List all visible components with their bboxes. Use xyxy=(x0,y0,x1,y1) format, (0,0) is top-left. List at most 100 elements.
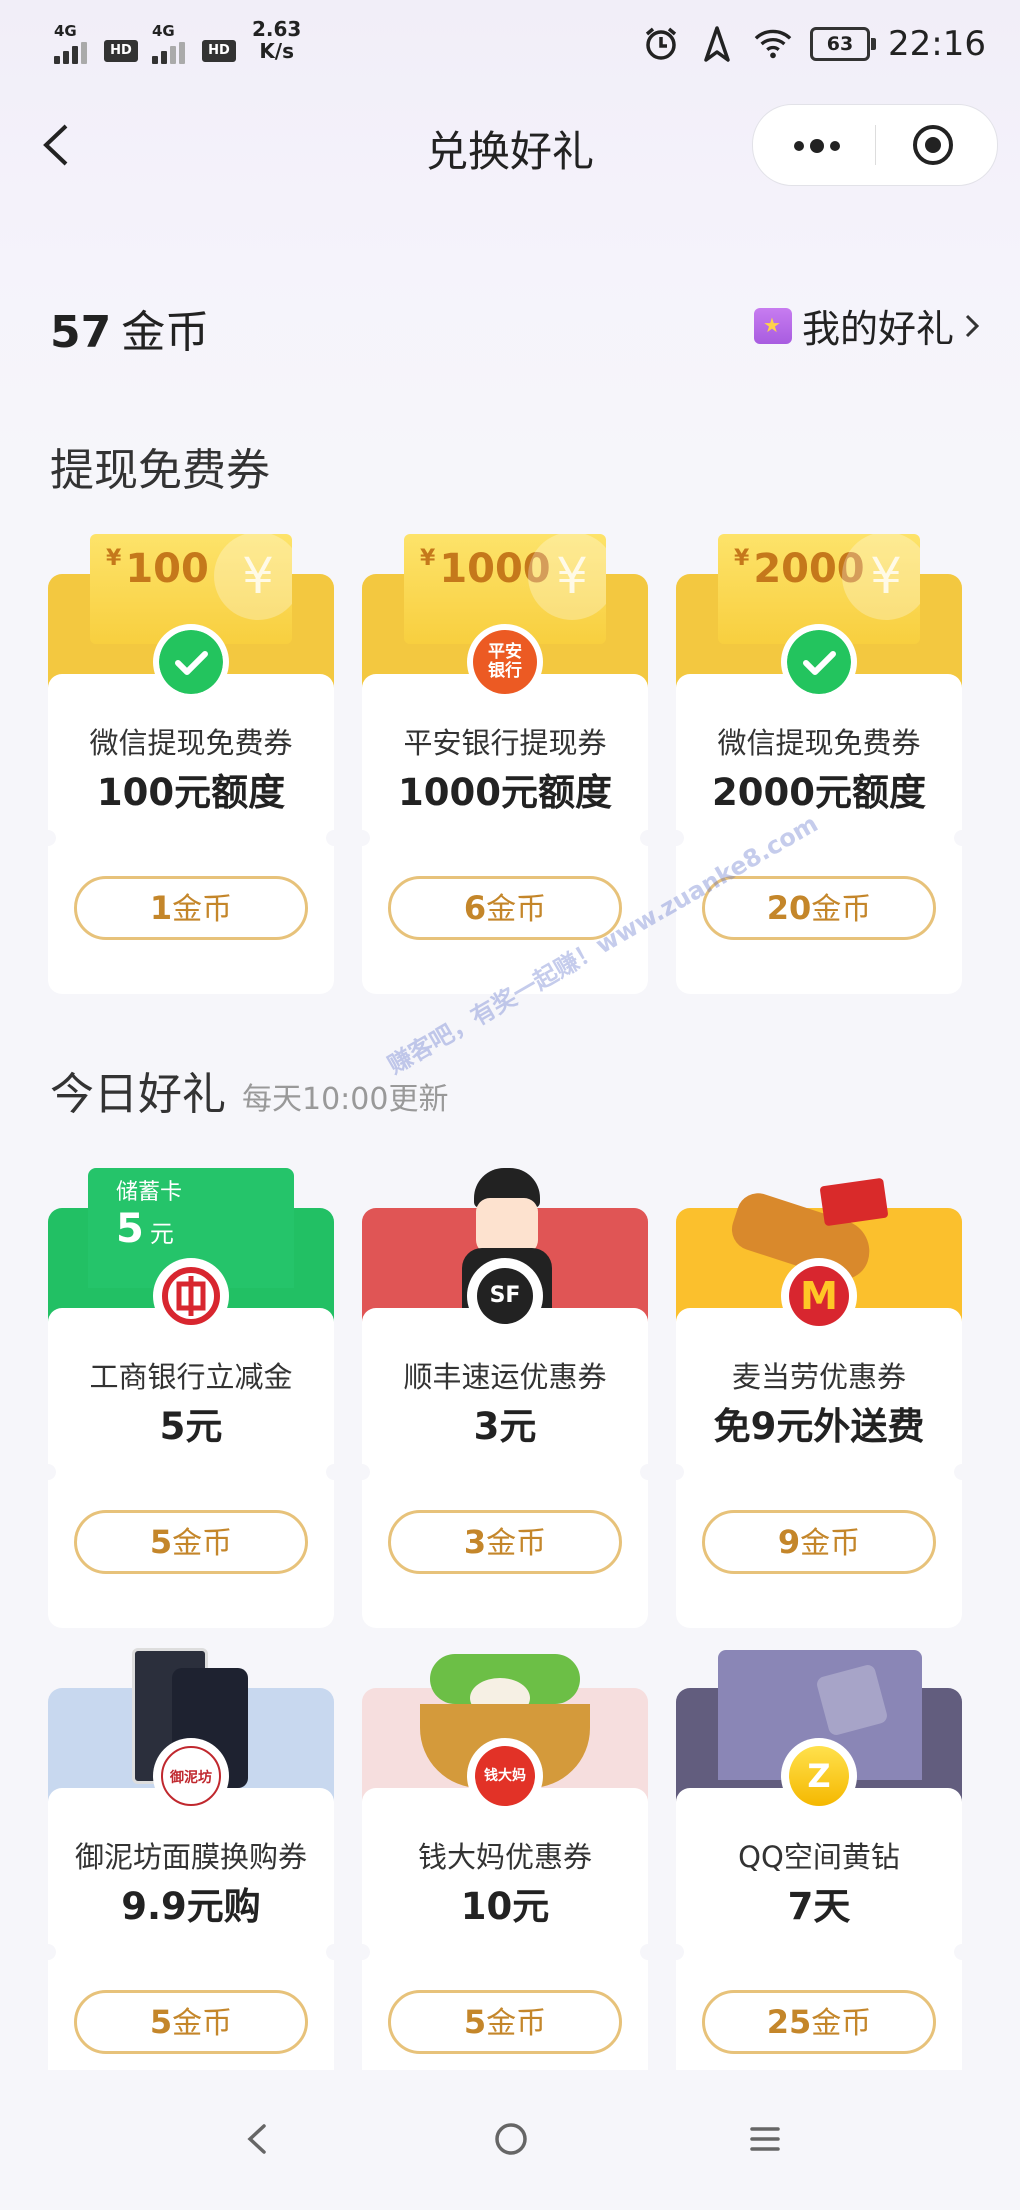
battery-indicator: 63 xyxy=(810,27,877,61)
gift-box-icon xyxy=(753,307,792,344)
gift-card-icbc[interactable]: 储蓄卡 5元 工商银行立减金 5元 5金币 xyxy=(40,1168,342,1628)
withdraw-card-wechat-100[interactable]: ¥100 ¥ 微信提现免费券 100元额度 1金币 xyxy=(40,534,342,994)
card-value: 免9元外送费 xyxy=(713,1405,925,1448)
card-name: 微信提现免费券 xyxy=(717,726,921,760)
hd-badge-2: HD xyxy=(202,40,236,62)
redeem-button[interactable]: 5金币 xyxy=(388,1990,622,2054)
close-mini-program-button[interactable] xyxy=(911,123,955,167)
card-name: 工商银行立减金 xyxy=(89,1360,293,1394)
withdraw-card-wechat-2000[interactable]: ¥2000 ¥ 微信提现免费券 2000元额度 20金币 xyxy=(668,534,970,994)
redeem-button[interactable]: 25金币 xyxy=(702,1990,936,2054)
capsule-divider xyxy=(875,125,876,165)
redeem-button[interactable]: 9金币 xyxy=(702,1510,936,1574)
ticket-notch xyxy=(354,830,370,846)
pingan-logo-text-1: 平安 xyxy=(488,642,522,662)
coin-balance: 57 金币 xyxy=(50,296,209,360)
card-name: 微信提现免费券 xyxy=(89,726,293,760)
hd-badge-1: HD xyxy=(104,40,138,62)
card-name: 御泥坊面膜换购券 xyxy=(74,1840,307,1874)
price-amount: 1 xyxy=(149,889,173,927)
price-amount: 25 xyxy=(766,2003,812,2041)
ticket-notch xyxy=(354,1944,370,1960)
withdraw-section-title-text: 提现免费券 xyxy=(50,445,270,496)
today-section-title-text: 今日好礼 xyxy=(50,1069,226,1120)
sim2-network-label: 4G xyxy=(152,22,175,40)
ticket-currency: ¥ xyxy=(734,546,750,571)
gift-card-yunifang[interactable]: 御泥坊 御泥坊面膜换购券 9.9元购 5金币 xyxy=(40,1648,342,2108)
chicken-image xyxy=(726,1177,889,1287)
banner-unit: 元 xyxy=(149,1220,174,1248)
card-name: 钱大妈优惠券 xyxy=(417,1840,592,1874)
gift-card-qq-zone[interactable]: Z QQ空间黄钻 7天 25金币 xyxy=(668,1648,970,2108)
my-gifts-link[interactable]: 我的好礼 xyxy=(753,298,980,353)
price-amount: 9 xyxy=(777,1523,801,1561)
yunifang-icon: 御泥坊 xyxy=(159,1744,223,1808)
sf-express-icon: SF xyxy=(473,1264,537,1328)
gift-card-mcdonalds[interactable]: M 麦当劳优惠券 免9元外送费 9金币 xyxy=(668,1168,970,1628)
wechat-pay-icon xyxy=(159,630,223,694)
ticket-currency: ¥ xyxy=(106,546,122,571)
mcdonalds-icon: M xyxy=(787,1264,851,1328)
qq-zone-yellow-diamond-icon: Z xyxy=(787,1744,851,1808)
menu-lines-icon xyxy=(750,2127,780,2151)
redeem-button[interactable]: 1金币 xyxy=(74,876,308,940)
ticket-notch xyxy=(326,830,342,846)
ticket-notch xyxy=(40,1464,56,1480)
redeem-button[interactable]: 5金币 xyxy=(74,1990,308,2054)
card-name: 顺丰速运优惠券 xyxy=(403,1360,607,1394)
price-unit: 金币 xyxy=(172,2006,233,2041)
qq-zone-logo-text: Z xyxy=(789,1746,849,1806)
status-bar: 4G HD 4G HD 2.63 K/s 63 22:16 xyxy=(0,0,1020,88)
cash-ticket: ¥100 ¥ xyxy=(90,534,292,644)
ticket-notch xyxy=(954,1464,970,1480)
status-right-group: 63 22:16 xyxy=(642,22,986,66)
card-value: 100元额度 xyxy=(96,771,286,814)
card-value: 10元 xyxy=(460,1885,550,1928)
coin-unit: 金币 xyxy=(121,307,210,358)
triangle-back-icon xyxy=(247,2124,266,2154)
card-name: 平安银行提现券 xyxy=(403,726,607,760)
yunifang-logo-text: 御泥坊 xyxy=(161,1746,221,1806)
gift-card-qiandama[interactable]: 钱大妈 钱大妈优惠券 10元 5金币 xyxy=(354,1648,656,2108)
system-navigation-bar xyxy=(0,2070,1020,2210)
price-amount: 3 xyxy=(463,1523,487,1561)
network-speed-unit: K/s xyxy=(259,39,295,63)
pingan-bank-icon: 平安 银行 xyxy=(473,630,537,694)
price-unit: 金币 xyxy=(800,1526,861,1561)
price-amount: 5 xyxy=(149,1523,173,1561)
price-unit: 金币 xyxy=(811,892,872,927)
banner-amount: 5 xyxy=(116,1206,144,1252)
ticket-notch xyxy=(326,1944,342,1960)
system-recents-button[interactable] xyxy=(740,2114,790,2164)
yen-coin-icon: ¥ xyxy=(842,534,920,620)
alarm-clock-icon xyxy=(642,25,680,63)
price-amount: 5 xyxy=(149,2003,173,2041)
redeem-button[interactable]: 20金币 xyxy=(702,876,936,940)
target-circle-icon xyxy=(913,125,953,165)
network-speed: 2.63 K/s xyxy=(252,18,301,62)
card-value: 1000元额度 xyxy=(398,771,612,814)
system-home-button[interactable] xyxy=(486,2114,536,2164)
more-options-button[interactable] xyxy=(789,131,889,161)
card-value: 9.9元购 xyxy=(121,1885,261,1928)
yen-coin-icon: ¥ xyxy=(214,534,292,620)
redeem-button[interactable]: 5金币 xyxy=(74,1510,308,1574)
ticket-notch xyxy=(40,1944,56,1960)
ticket-notch xyxy=(354,1464,370,1480)
system-back-button[interactable] xyxy=(232,2114,282,2164)
ticket-notch xyxy=(954,1944,970,1960)
signal-bars-icon xyxy=(152,42,196,64)
gift-card-sf-express[interactable]: SF 顺丰速运优惠券 3元 3金币 xyxy=(354,1168,656,1628)
mini-program-capsule xyxy=(752,104,998,186)
ticket-notch xyxy=(640,1464,656,1480)
cash-ticket: ¥1000 ¥ xyxy=(404,534,606,644)
redeem-button[interactable]: 3金币 xyxy=(388,1510,622,1574)
price-amount: 5 xyxy=(463,2003,487,2041)
pingan-logo-text-2: 银行 xyxy=(488,661,522,681)
signal-bars-icon xyxy=(54,42,98,64)
ticket-notch xyxy=(668,1944,684,1960)
today-section-subtitle: 每天10:00更新 xyxy=(242,1082,449,1117)
wechat-pay-icon xyxy=(787,630,851,694)
qiandama-logo-text: 钱大妈 xyxy=(475,1746,535,1806)
card-value: 2000元额度 xyxy=(712,771,926,814)
